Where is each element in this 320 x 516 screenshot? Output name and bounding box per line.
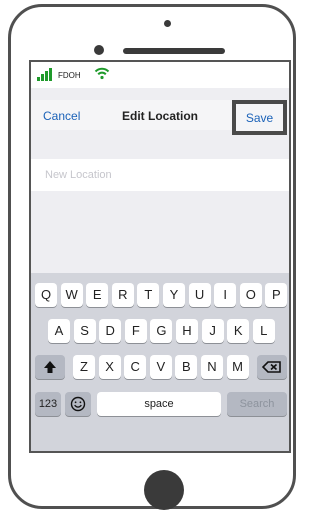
key-o[interactable]: O — [239, 283, 262, 307]
key-g[interactable]: G — [150, 319, 173, 343]
key-f[interactable]: F — [124, 319, 147, 343]
key-m[interactable]: M — [226, 355, 249, 379]
key-s[interactable]: S — [73, 319, 96, 343]
space-key[interactable]: space — [97, 392, 221, 416]
key-a[interactable]: A — [48, 319, 70, 343]
key-i[interactable]: I — [214, 283, 237, 307]
location-name-input[interactable] — [45, 165, 275, 185]
on-screen-keyboard: Q W E R T Y U I O P A S D F G H J K L Z X C V B N M 123 space Search — [31, 273, 289, 451]
save-button[interactable]: Save — [236, 111, 283, 125]
key-z[interactable]: Z — [73, 355, 95, 379]
home-button[interactable] — [144, 470, 184, 510]
signal-bar — [45, 71, 48, 81]
key-b[interactable]: B — [175, 355, 198, 379]
wifi-icon — [94, 67, 110, 85]
signal-bars-icon — [37, 68, 55, 81]
search-key[interactable]: Search — [227, 392, 287, 416]
key-n[interactable]: N — [201, 355, 223, 379]
location-input-row — [31, 159, 289, 191]
front-camera-icon — [94, 45, 104, 55]
key-v[interactable]: V — [149, 355, 172, 379]
key-x[interactable]: X — [98, 355, 121, 379]
signal-bar — [37, 77, 40, 81]
key-q[interactable]: Q — [35, 283, 57, 307]
key-l[interactable]: L — [252, 319, 275, 343]
status-bar: FDOH — [31, 62, 289, 88]
navigation-bar: Cancel Edit Location Save — [31, 100, 289, 135]
key-j[interactable]: J — [201, 319, 224, 343]
camera-dot — [164, 20, 171, 27]
key-p[interactable]: P — [265, 283, 288, 307]
key-t[interactable]: T — [137, 283, 160, 307]
shift-key[interactable] — [35, 355, 65, 379]
key-r[interactable]: R — [111, 283, 134, 307]
signal-bar — [41, 74, 44, 81]
signal-bar — [49, 68, 52, 81]
numbers-key[interactable]: 123 — [35, 392, 61, 416]
key-c[interactable]: C — [124, 355, 147, 379]
emoji-key[interactable] — [65, 392, 91, 416]
key-d[interactable]: D — [99, 319, 122, 343]
shift-arrow-icon — [44, 361, 56, 373]
backspace-icon — [262, 361, 281, 373]
emoji-icon — [70, 396, 86, 412]
key-u[interactable]: U — [188, 283, 211, 307]
phone-screen: FDOH Cancel Edit Location Save QWERTYUIO… — [29, 60, 291, 453]
backspace-key[interactable] — [257, 355, 287, 379]
save-highlight-box: Save — [232, 100, 287, 135]
carrier-name: FDOH — [58, 71, 81, 80]
key-y[interactable]: Y — [163, 283, 185, 307]
key-e[interactable]: E — [86, 283, 109, 307]
speaker-grille — [123, 48, 225, 54]
key-w[interactable]: W — [60, 283, 83, 307]
key-h[interactable]: H — [176, 319, 198, 343]
key-k[interactable]: K — [227, 319, 250, 343]
